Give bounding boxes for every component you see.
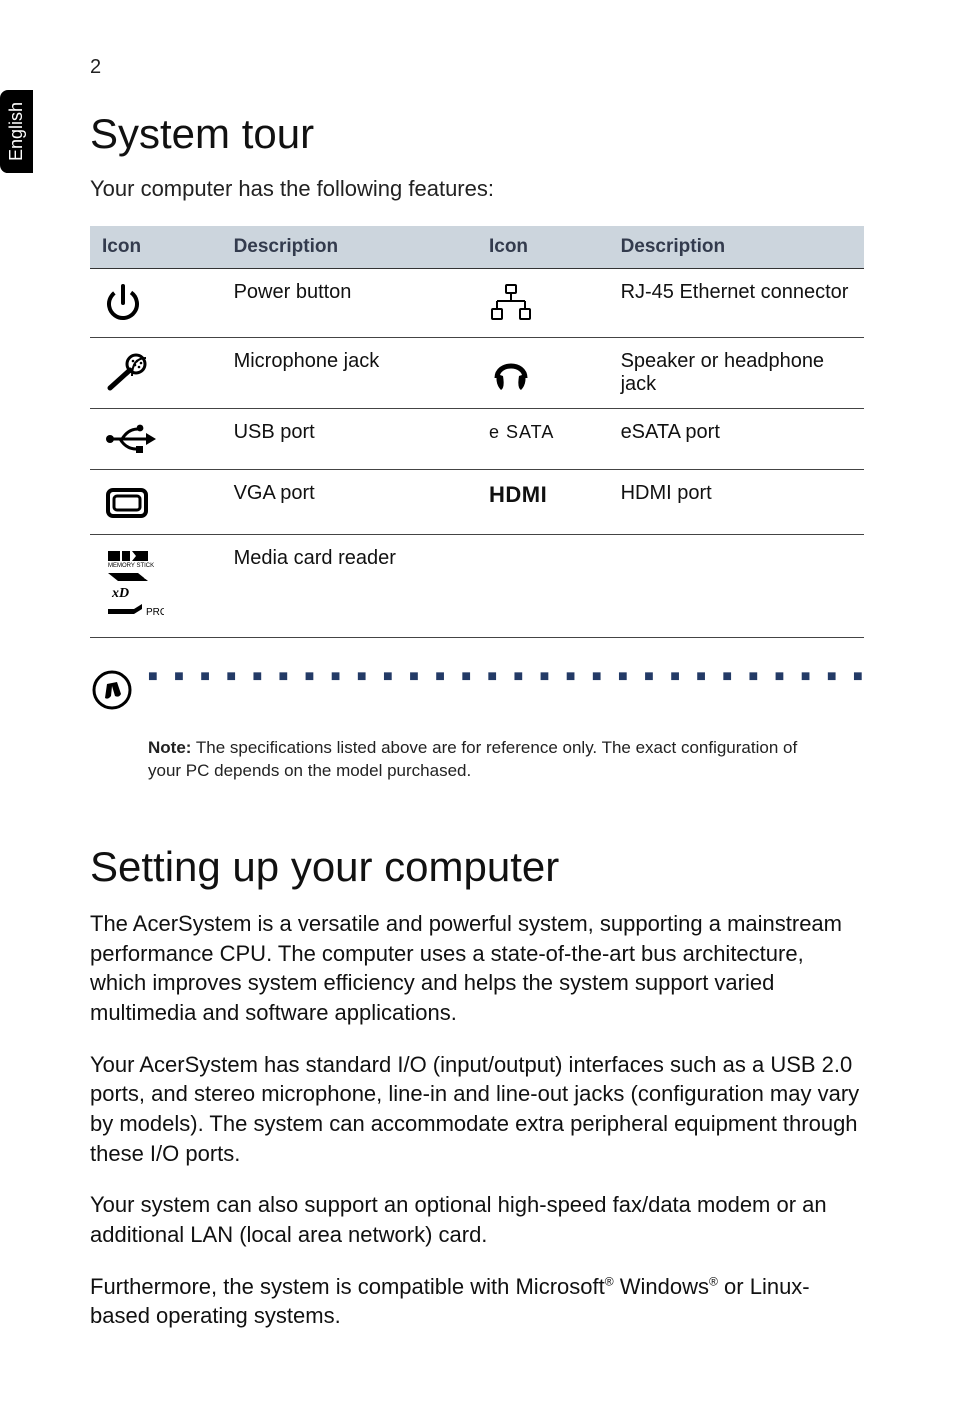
intro-text: Your computer has the following features…	[90, 176, 864, 202]
headphone-icon	[477, 338, 609, 409]
svg-text:PRO: PRO	[146, 607, 164, 618]
power-icon	[90, 269, 222, 338]
vga-desc: VGA port	[222, 470, 477, 535]
feature-table: Icon Description Icon Description Power …	[90, 226, 864, 638]
hdmi-desc: HDMI port	[609, 470, 864, 535]
heading-setting-up: Setting up your computer	[90, 843, 864, 891]
usb-desc: USB port	[222, 409, 477, 470]
note-text: Note: The specifications listed above ar…	[148, 737, 808, 783]
media-card-desc: Media card reader	[222, 535, 477, 638]
power-desc: Power button	[222, 269, 477, 338]
header-desc-right: Description	[609, 226, 864, 269]
note-label: Note:	[148, 738, 191, 757]
body-paragraph-3: Your system can also support an optional…	[90, 1190, 864, 1249]
empty-cell	[609, 535, 864, 638]
header-icon-left: Icon	[90, 226, 222, 269]
esata-label: e SATA	[477, 409, 609, 470]
microphone-desc: Microphone jack	[222, 338, 477, 409]
body-paragraph-4: Furthermore, the system is compatible wi…	[90, 1272, 864, 1331]
svg-text:xD: xD	[111, 586, 129, 601]
heading-system-tour: System tour	[90, 110, 864, 158]
table-row: Microphone jack Speaker or headphone jac…	[90, 338, 864, 409]
header-desc-left: Description	[222, 226, 477, 269]
media-card-icon: MEMORY STICK xD PRO	[90, 535, 222, 638]
headphone-desc: Speaker or headphone jack	[609, 338, 864, 409]
microphone-icon	[90, 338, 222, 409]
ethernet-desc: RJ-45 Ethernet connector	[609, 269, 864, 338]
body-paragraph-1: The AcerSystem is a versatile and powerf…	[90, 909, 864, 1028]
page-number: 2	[90, 56, 101, 79]
vga-icon	[90, 470, 222, 535]
header-icon-right: Icon	[477, 226, 609, 269]
note-block: ■ ■ ■ ■ ■ ■ ■ ■ ■ ■ ■ ■ ■ ■ ■ ■ ■ ■ ■ ■ …	[90, 668, 864, 717]
table-row: MEMORY STICK xD PRO Media card reader	[90, 535, 864, 638]
esata-desc: eSATA port	[609, 409, 864, 470]
table-row: VGA port HDMI HDMI port	[90, 470, 864, 535]
registered-mark: ®	[605, 1274, 614, 1288]
registered-mark: ®	[709, 1274, 718, 1288]
table-row: USB port e SATA eSATA port	[90, 409, 864, 470]
table-row: Power button RJ-45 Ethernet connector	[90, 269, 864, 338]
note-divider: ■ ■ ■ ■ ■ ■ ■ ■ ■ ■ ■ ■ ■ ■ ■ ■ ■ ■ ■ ■ …	[148, 668, 864, 686]
body-paragraph-2: Your AcerSystem has standard I/O (input/…	[90, 1050, 864, 1169]
note-icon	[90, 668, 134, 717]
document-page: 2 English System tour Your computer has …	[0, 0, 954, 1413]
language-tab: English	[0, 90, 33, 173]
ethernet-icon	[477, 269, 609, 338]
hdmi-label: HDMI	[477, 470, 609, 535]
usb-icon	[90, 409, 222, 470]
svg-text:MEMORY STICK: MEMORY STICK	[108, 563, 154, 569]
empty-cell	[477, 535, 609, 638]
